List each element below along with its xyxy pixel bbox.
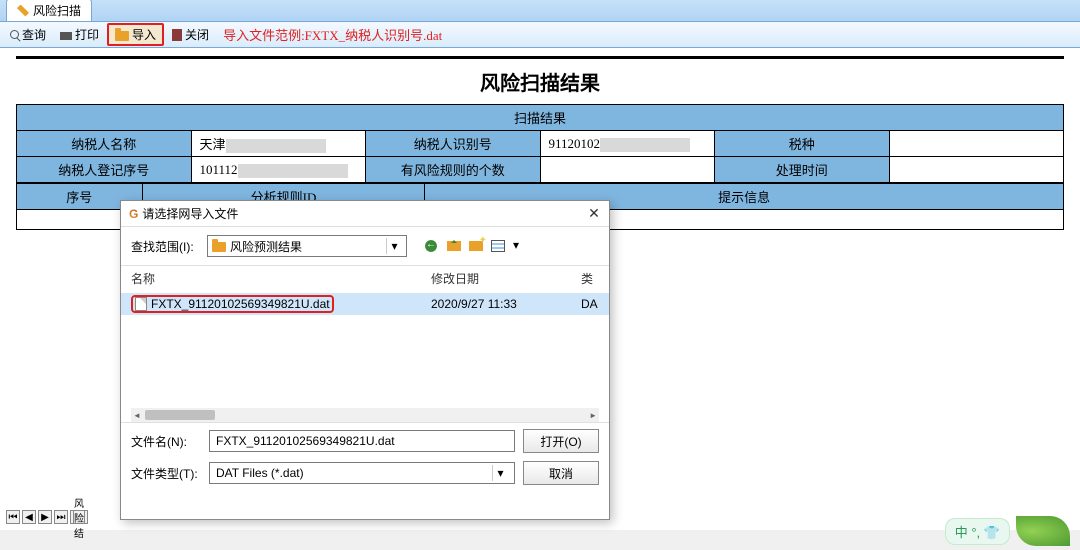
val-taxpayer-id: 91120102	[540, 131, 715, 157]
filetype-label: 文件类型(T):	[131, 465, 201, 482]
folder-icon	[212, 242, 226, 252]
app-badge-icon: G	[129, 207, 138, 221]
lbl-risk-count: 有风险规则的个数	[366, 157, 541, 183]
tab-label: 风险扫描	[33, 2, 81, 19]
cancel-button[interactable]: 取消	[523, 461, 599, 485]
result-table: 扫描结果 纳税人名称 天津 纳税人识别号 91120102 税种 纳税人登记序号	[16, 104, 1064, 183]
folder-icon	[115, 31, 129, 41]
up-folder-icon[interactable]	[447, 241, 461, 251]
toolbar: 查询 打印 导入 关闭 导入文件范例:FXTX_纳税人识别号.dat	[0, 22, 1080, 48]
file-open-dialog: G 请选择网导入文件 ✕ 查找范围(I): 风险预测结果 ▾ ▾ 名称 修改日期	[120, 200, 610, 520]
val-taxpayer-name: 天津	[191, 131, 366, 157]
lbl-tax-type: 税种	[715, 131, 890, 157]
close-button[interactable]: 关闭	[166, 24, 215, 45]
dialog-close-button[interactable]: ✕	[587, 207, 601, 221]
import-tip: 导入文件范例:FXTX_纳税人识别号.dat	[223, 25, 442, 44]
open-button[interactable]: 打开(O)	[523, 429, 599, 453]
lbl-reg-no: 纳税人登记序号	[17, 157, 192, 183]
nav-next[interactable]: ▶	[38, 510, 52, 524]
val-reg-no: 101112	[191, 157, 366, 183]
filetype-combo[interactable]: DAT Files (*.dat) ▾	[209, 462, 515, 484]
sheet-nav: ⏮ ◀ ▶ ⏭ 风险结	[6, 510, 88, 524]
close-label: 关闭	[185, 26, 209, 43]
col-name[interactable]: 名称	[131, 270, 431, 287]
search-label: 查询	[22, 26, 46, 43]
col-type[interactable]: 类	[581, 270, 593, 287]
file-row[interactable]: FXTX_91120102569349821U.dat 2020/9/27 11…	[121, 293, 609, 315]
sheet-tab[interactable]: 风险结	[70, 510, 88, 524]
new-folder-icon[interactable]	[469, 241, 483, 251]
filename-input[interactable]: FXTX_91120102569349821U.dat	[209, 430, 515, 452]
nav-last[interactable]: ⏭	[54, 510, 68, 524]
scrollbar-thumb[interactable]	[145, 410, 215, 420]
horizontal-scrollbar[interactable]	[131, 408, 599, 422]
file-list-header: 名称 修改日期 类	[121, 266, 609, 293]
page-title: 风险扫描结果	[16, 65, 1064, 104]
file-name: FXTX_91120102569349821U.dat	[151, 297, 330, 311]
chevron-down-icon: ▾	[386, 238, 402, 254]
val-risk-count	[540, 157, 715, 183]
ime-text[interactable]: 中 °, 👕	[945, 518, 1010, 545]
back-icon[interactable]	[423, 238, 439, 254]
dialog-titlebar: G 请选择网导入文件 ✕	[121, 201, 609, 227]
nav-prev[interactable]: ◀	[22, 510, 36, 524]
file-icon	[135, 297, 147, 311]
lbl-taxpayer-id: 纳税人识别号	[366, 131, 541, 157]
nav-first[interactable]: ⏮	[6, 510, 20, 524]
filename-label: 文件名(N):	[131, 433, 201, 450]
lbl-taxpayer-name: 纳税人名称	[17, 131, 192, 157]
val-tax-type	[889, 131, 1064, 157]
file-highlight: FXTX_91120102569349821U.dat	[131, 295, 334, 313]
print-button[interactable]: 打印	[54, 24, 105, 45]
dialog-nav-icons: ▾	[423, 238, 519, 254]
sub-header: 扫描结果	[17, 105, 1064, 131]
close-icon	[172, 29, 182, 41]
app-window: 风险扫描 查询 打印 导入 关闭 导入文件范例:FXTX_纳税人识别号.dat …	[0, 0, 1080, 530]
dialog-title: 请选择网导入文件	[142, 205, 238, 222]
lbl-proc-time: 处理时间	[715, 157, 890, 183]
lookin-row: 查找范围(I): 风险预测结果 ▾ ▾	[121, 227, 609, 265]
view-mode-icon[interactable]	[491, 240, 505, 252]
import-label: 导入	[132, 26, 156, 43]
search-icon	[10, 30, 19, 39]
search-button[interactable]: 查询	[4, 24, 52, 45]
view-dropdown-icon[interactable]: ▾	[513, 238, 519, 254]
import-button[interactable]: 导入	[107, 23, 164, 46]
file-modified: 2020/9/27 11:33	[431, 297, 581, 311]
file-list: 名称 修改日期 类 FXTX_91120102569349821U.dat 20…	[121, 265, 609, 423]
dialog-bottom: 文件名(N): FXTX_91120102569349821U.dat 打开(O…	[121, 423, 609, 497]
tab-bar: 风险扫描	[0, 0, 1080, 22]
print-label: 打印	[75, 26, 99, 43]
col-modified[interactable]: 修改日期	[431, 270, 581, 287]
ime-badge: 中 °, 👕	[945, 516, 1070, 546]
tab-risk-scan[interactable]: 风险扫描	[6, 0, 92, 21]
lookin-combo[interactable]: 风险预测结果 ▾	[207, 235, 407, 257]
edit-icon	[17, 5, 29, 17]
file-type: DA	[581, 297, 598, 311]
chevron-down-icon: ▾	[492, 465, 508, 481]
lookin-value: 风险预测结果	[230, 238, 302, 255]
lookin-label: 查找范围(I):	[131, 238, 201, 255]
val-proc-time	[889, 157, 1064, 183]
leaf-icon	[1016, 516, 1070, 546]
print-icon	[60, 32, 72, 40]
